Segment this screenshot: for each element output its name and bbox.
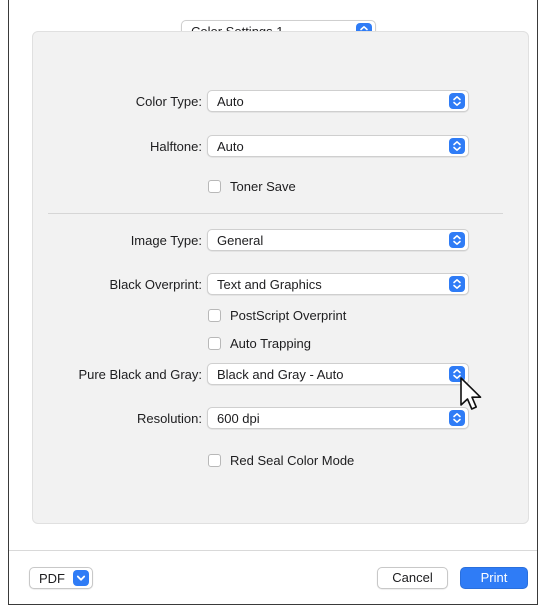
color-type-value: Auto bbox=[217, 94, 244, 109]
chevron-down-icon bbox=[73, 570, 89, 586]
checkbox-box[interactable] bbox=[208, 454, 221, 467]
toner-save-checkbox[interactable]: Toner Save bbox=[208, 179, 338, 195]
halftone-label: Halftone: bbox=[149, 139, 202, 154]
updown-chevron-icon bbox=[449, 138, 465, 154]
toner-save-label: Toner Save bbox=[230, 179, 296, 194]
resolution-value: 600 dpi bbox=[217, 411, 260, 426]
updown-chevron-icon bbox=[449, 93, 465, 109]
updown-chevron-icon bbox=[449, 366, 465, 382]
updown-chevron-icon bbox=[449, 410, 465, 426]
postscript-overprint-label: PostScript Overprint bbox=[230, 308, 347, 323]
pdf-menu-button[interactable]: PDF bbox=[29, 567, 93, 589]
cancel-button[interactable]: Cancel bbox=[377, 567, 448, 589]
postscript-overprint-checkbox[interactable]: PostScript Overprint bbox=[208, 308, 378, 324]
pdf-label: PDF bbox=[39, 571, 65, 586]
pure-black-gray-label: Pure Black and Gray: bbox=[78, 367, 202, 382]
updown-chevron-icon bbox=[449, 232, 465, 248]
section-divider bbox=[48, 213, 503, 214]
checkbox-box[interactable] bbox=[208, 180, 221, 193]
footer-divider bbox=[9, 550, 537, 551]
image-type-value: General bbox=[217, 233, 264, 248]
black-overprint-value: Text and Graphics bbox=[217, 277, 322, 292]
updown-chevron-icon bbox=[449, 276, 465, 292]
black-overprint-popup[interactable]: Text and Graphics bbox=[207, 273, 469, 295]
red-seal-checkbox[interactable]: Red Seal Color Mode bbox=[208, 453, 378, 469]
auto-trapping-label: Auto Trapping bbox=[230, 336, 311, 351]
image-type-label: Image Type: bbox=[130, 233, 202, 248]
print-button[interactable]: Print bbox=[460, 567, 528, 589]
checkbox-box[interactable] bbox=[208, 309, 221, 322]
black-overprint-label: Black Overprint: bbox=[109, 277, 202, 292]
image-type-popup[interactable]: General bbox=[207, 229, 469, 251]
color-type-popup[interactable]: Auto bbox=[207, 90, 469, 112]
resolution-label: Resolution: bbox=[136, 411, 202, 426]
pure-black-gray-value: Black and Gray - Auto bbox=[217, 367, 344, 382]
resolution-popup[interactable]: 600 dpi bbox=[207, 407, 469, 429]
red-seal-label: Red Seal Color Mode bbox=[230, 453, 355, 468]
pure-black-gray-popup[interactable]: Black and Gray - Auto bbox=[207, 363, 469, 385]
color-type-label: Color Type: bbox=[135, 94, 202, 109]
checkbox-box[interactable] bbox=[208, 337, 221, 350]
halftone-value: Auto bbox=[217, 139, 244, 154]
auto-trapping-checkbox[interactable]: Auto Trapping bbox=[208, 336, 348, 352]
halftone-popup[interactable]: Auto bbox=[207, 135, 469, 157]
